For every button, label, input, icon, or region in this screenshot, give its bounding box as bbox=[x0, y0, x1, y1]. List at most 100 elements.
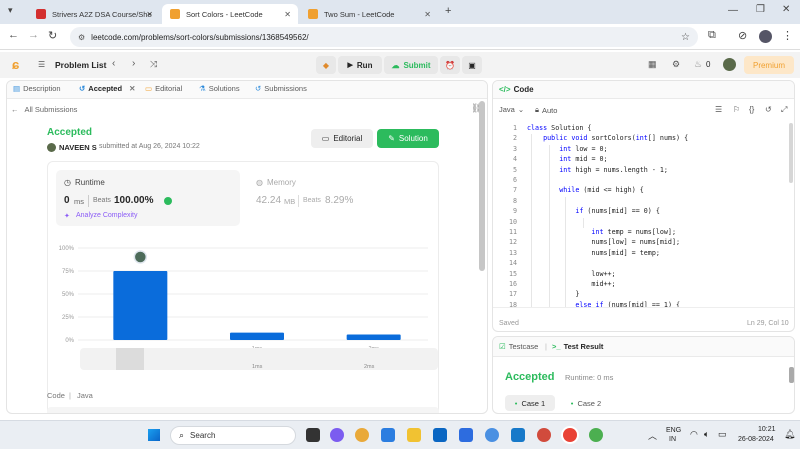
leetcode-favicon-icon bbox=[170, 9, 180, 19]
new-tab-icon[interactable]: + bbox=[445, 5, 451, 17]
task-view-icon[interactable] bbox=[306, 428, 320, 442]
auto-mode-toggle[interactable]: 🔒︎ Auto bbox=[535, 105, 557, 115]
code-title: Code bbox=[513, 85, 534, 94]
upload-cloud-icon: ☁ bbox=[391, 60, 400, 70]
tab-title: Strivers A2Z DSA Course/Sheet bbox=[52, 9, 152, 19]
analyze-complexity-link[interactable]: Analyze Complexity bbox=[76, 212, 137, 219]
line-number: 12 bbox=[508, 238, 517, 247]
line-number: 3 bbox=[512, 144, 517, 153]
site-info-icon[interactable]: ⚙ bbox=[78, 33, 85, 42]
browser-tab-3[interactable]: Two Sum - LeetCode ✕ bbox=[300, 4, 438, 24]
editorial-button[interactable]: ▭ Editorial bbox=[311, 129, 373, 148]
shuffle-icon[interactable]: ⤨ bbox=[150, 59, 157, 70]
scrollbar[interactable] bbox=[789, 367, 794, 383]
taskbar-search[interactable]: ⌕ Search bbox=[170, 426, 296, 445]
windows-start-icon[interactable] bbox=[148, 429, 160, 441]
profile-avatar[interactable] bbox=[759, 30, 772, 43]
tab-title: Sort Colors - LeetCode bbox=[186, 9, 263, 19]
notes-button[interactable]: ▣ bbox=[462, 56, 482, 74]
linkedin-icon[interactable] bbox=[433, 428, 447, 442]
browser-tab-2[interactable]: Sort Colors - LeetCode ✕ bbox=[162, 4, 298, 24]
volume-icon[interactable]: 🔈︎ bbox=[704, 429, 709, 440]
tab-test-result[interactable]: >_ Test Result bbox=[552, 342, 603, 351]
scrollbar[interactable] bbox=[479, 101, 485, 271]
app-icon[interactable] bbox=[485, 428, 499, 442]
edge-icon[interactable] bbox=[381, 428, 395, 442]
url-field[interactable]: ⚙ leetcode.com/problems/sort-colors/subm… bbox=[70, 27, 698, 47]
teams-icon[interactable] bbox=[330, 428, 344, 442]
expand-icon[interactable]: ⤢ bbox=[781, 105, 787, 115]
app-icon[interactable] bbox=[511, 428, 525, 442]
settings-icon[interactable]: ⚙ bbox=[672, 59, 680, 70]
chart-minimap[interactable]: 1ms 2ms bbox=[80, 348, 438, 370]
run-button[interactable]: ▶ Run bbox=[338, 56, 382, 74]
leetcode-logo-icon[interactable]: ɕ bbox=[12, 57, 24, 72]
user-avatar[interactable] bbox=[723, 58, 736, 71]
forward-icon[interactable]: → bbox=[28, 29, 39, 41]
tab-editorial[interactable]: ▭ Editorial bbox=[145, 84, 182, 93]
solution-button[interactable]: ✎ Solution bbox=[377, 129, 439, 148]
prev-problem-icon[interactable]: ‹ bbox=[112, 58, 115, 69]
language-indicator[interactable]: ENG bbox=[666, 427, 681, 434]
reload-icon[interactable]: ↻ bbox=[48, 29, 57, 42]
wifi-icon[interactable]: ◠ bbox=[690, 429, 698, 440]
bookmark-star-icon[interactable]: ☆ bbox=[681, 32, 690, 43]
extensions-icon[interactable]: ⧉ bbox=[708, 29, 716, 42]
tab-testcase[interactable]: ☑ Testcase bbox=[499, 342, 538, 351]
submit-button[interactable]: ☁ Submit bbox=[384, 56, 438, 74]
braces-icon[interactable]: {} bbox=[749, 105, 754, 114]
format-icon[interactable]: ☰ bbox=[715, 105, 722, 114]
window-close-icon[interactable]: ✕ bbox=[782, 4, 790, 15]
minimize-icon[interactable]: — bbox=[728, 5, 738, 16]
all-submissions-link[interactable]: ← All Submissions bbox=[11, 105, 77, 114]
reset-icon[interactable]: ↺ bbox=[765, 105, 772, 114]
back-icon[interactable]: ← bbox=[8, 29, 19, 41]
language-selector[interactable]: Java ⌄ bbox=[499, 105, 524, 114]
y-tick-label: 50% bbox=[62, 292, 75, 298]
username[interactable]: NAVEEN S bbox=[59, 143, 97, 152]
store-icon[interactable] bbox=[459, 428, 473, 442]
file-explorer-icon[interactable] bbox=[407, 428, 421, 442]
streak-count: 0 bbox=[706, 60, 711, 69]
tray-chevron-icon[interactable]: ︿ bbox=[648, 429, 657, 442]
browser-tab-1[interactable]: Strivers A2Z DSA Course/Sheet ✕ bbox=[28, 4, 160, 24]
tab-solutions[interactable]: ⚗ Solutions bbox=[199, 84, 240, 93]
streak-fire-icon[interactable]: ♨ bbox=[694, 59, 702, 70]
next-problem-icon[interactable]: › bbox=[132, 58, 135, 69]
tab-description[interactable]: ▤ Description bbox=[13, 84, 61, 93]
tab-search-icon[interactable]: ▾ bbox=[8, 5, 13, 16]
clock-time[interactable]: 10:21 bbox=[758, 426, 776, 433]
bookmark-icon[interactable]: ⚐ bbox=[733, 105, 740, 114]
layout-icon[interactable]: ▦ bbox=[648, 59, 657, 70]
address-bar-row: ← → ↻ ⚙ leetcode.com/problems/sort-color… bbox=[0, 24, 800, 50]
close-icon[interactable]: ✕ bbox=[284, 10, 291, 19]
chrome-icon[interactable] bbox=[563, 428, 577, 442]
copilot-icon[interactable] bbox=[355, 428, 369, 442]
maximize-icon[interactable]: ❐ bbox=[756, 4, 765, 15]
code-editor-panel: </> Code Java ⌄ 🔒︎ Auto ☰ ⚐ {} ↺ ⤢ 1 class … bbox=[492, 80, 795, 332]
close-icon[interactable]: ✕ bbox=[424, 10, 431, 19]
tab-submissions[interactable]: ↺ Submissions bbox=[255, 84, 307, 93]
sync-icon[interactable]: ⊘ bbox=[738, 29, 747, 42]
minimap-window[interactable] bbox=[116, 348, 144, 370]
close-icon[interactable]: ✕ bbox=[129, 84, 135, 93]
notification-bell-icon[interactable]: 🔔︎ bbox=[784, 429, 795, 440]
runtime-label: Runtime bbox=[75, 178, 105, 187]
case-1-button[interactable]: • Case 1 bbox=[505, 395, 555, 411]
debug-button[interactable]: ◆ bbox=[316, 56, 336, 74]
flask-icon: ⚗ bbox=[199, 84, 206, 93]
timer-button[interactable]: ⏰ bbox=[440, 56, 460, 74]
tab-accepted[interactable]: ↺ Accepted ✕ bbox=[79, 84, 135, 93]
editor-scrollbar[interactable] bbox=[789, 123, 793, 183]
close-icon[interactable]: ✕ bbox=[146, 10, 153, 19]
code-area[interactable]: 1 class Solution {2 public void sortColor… bbox=[493, 124, 794, 308]
problem-list-link[interactable]: Problem List bbox=[55, 60, 106, 70]
runtime-box[interactable]: ◷ Runtime 0 ms Beats 100.00% ✦ Analyze C… bbox=[56, 170, 240, 226]
memory-box[interactable]: ◍ Memory 42.24 MB Beats 8.29% bbox=[248, 170, 432, 226]
menu-icon[interactable]: ⋮ bbox=[782, 29, 793, 42]
case-2-button[interactable]: • Case 2 bbox=[561, 395, 611, 411]
battery-icon[interactable]: ▭ bbox=[718, 429, 727, 440]
opera-icon[interactable] bbox=[537, 428, 551, 442]
app-icon[interactable] bbox=[589, 428, 603, 442]
premium-button[interactable]: Premium bbox=[744, 56, 794, 74]
